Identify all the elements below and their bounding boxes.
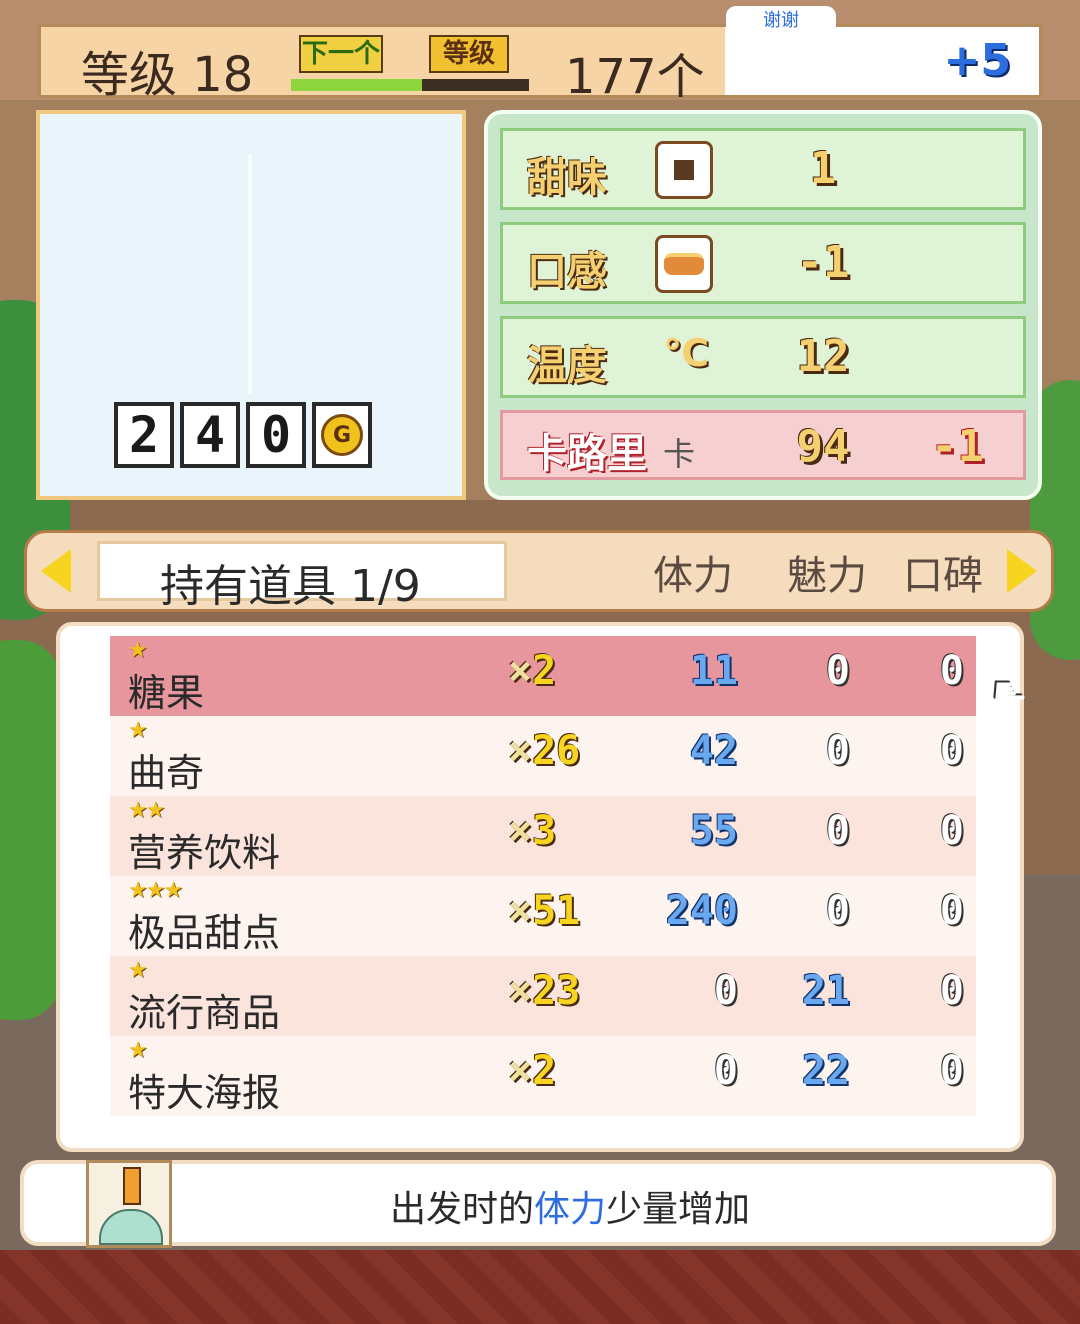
item-list: ★ 糖果 ×2 11 0 0 ★ 曲奇 ×26 42 0 0 ★★ 营养饮料 ×… — [56, 622, 1028, 1152]
price-digit: 2 — [114, 402, 174, 468]
description-highlight: 体力 — [534, 1189, 607, 1230]
star-rating-icon: ★★ — [128, 798, 165, 823]
stat-label: 甜味 — [527, 155, 607, 201]
stat-value: 94 — [796, 421, 850, 472]
item-quantity: ×26 — [508, 728, 581, 774]
item-charm: 0 — [825, 888, 850, 934]
list-item[interactable]: ★ 流行商品 ×23 0 21 0 — [110, 956, 976, 1036]
level-badge: 等级 — [429, 35, 509, 73]
item-stamina: 240 — [665, 888, 738, 934]
tab-label-box: 持有道具 1/9 — [97, 541, 507, 612]
gold-coin-icon: G — [312, 402, 372, 468]
tree-decoration — [0, 640, 60, 1020]
item-quantity: ×51 — [508, 888, 581, 934]
floor-pattern — [0, 1250, 1080, 1324]
price-display: 2 4 0 G — [114, 402, 372, 468]
stat-value: 1 — [809, 143, 837, 194]
list-item[interactable]: ★★★ 极品甜点 ×51 240 0 0 — [110, 876, 976, 956]
stat-label: 卡路里 — [527, 431, 647, 477]
star-rating-icon: ★ — [128, 958, 148, 983]
level-label: 等级 18 — [81, 47, 254, 103]
stats-panel: 甜味 1 口感 -1 温度 ℃ 12 卡路里 卡 94 -1 — [484, 110, 1042, 500]
item-name: 糖果 — [128, 671, 205, 715]
item-name: 营养饮料 — [128, 831, 281, 875]
stat-row-temperature: 温度 ℃ 12 — [500, 316, 1026, 398]
price-digit: 0 — [246, 402, 306, 468]
tab-label: 持有道具 1/9 — [160, 561, 421, 612]
item-name: 流行商品 — [128, 991, 281, 1035]
stat-value: 12 — [796, 331, 850, 382]
stat-delta: -1 — [931, 421, 984, 472]
item-name: 曲奇 — [128, 751, 205, 795]
arrow-right-icon[interactable] — [1007, 549, 1037, 593]
star-rating-icon: ★ — [128, 638, 148, 663]
bonus-box: +5 — [725, 27, 1039, 95]
item-stamina: 42 — [689, 728, 738, 774]
stat-unit: 卡 — [663, 435, 696, 473]
price-digit: 4 — [180, 402, 240, 468]
item-preview-panel: 2 4 0 G — [36, 110, 466, 500]
item-quantity: ×2 — [508, 648, 557, 694]
list-item[interactable]: ★ 曲奇 ×26 42 0 0 — [110, 716, 976, 796]
steam-decoration — [248, 154, 252, 394]
item-count: 177个 — [565, 49, 705, 105]
item-quantity: ×2 — [508, 1048, 557, 1094]
bread-icon — [655, 235, 713, 293]
item-charm: 21 — [801, 968, 850, 1014]
item-name: 特大海报 — [128, 1071, 281, 1115]
star-rating-icon: ★★★ — [128, 878, 183, 903]
item-reputation: 0 — [939, 648, 964, 694]
list-item[interactable]: ★ 特大海报 ×2 0 22 0 — [110, 1036, 976, 1116]
celsius-icon: ℃ — [663, 331, 710, 375]
item-reputation: 0 — [939, 728, 964, 774]
item-reputation: 0 — [939, 808, 964, 854]
list-item[interactable]: ★★ 营养饮料 ×3 55 0 0 — [110, 796, 976, 876]
item-stamina: 0 — [713, 1048, 738, 1094]
list-item[interactable]: ★ 糖果 ×2 11 0 0 — [110, 636, 976, 716]
item-description: 出发时的体力少量增加 — [390, 1189, 751, 1230]
star-rating-icon: ★ — [128, 718, 148, 743]
item-quantity: ×23 — [508, 968, 581, 1014]
xp-progress-fill — [291, 79, 422, 91]
item-name: 极品甜点 — [128, 911, 281, 955]
arrow-left-icon[interactable] — [41, 549, 71, 593]
item-charm: 22 — [801, 1048, 850, 1094]
item-reputation: 0 — [939, 1048, 964, 1094]
hand-pointer-icon: ☚ — [992, 668, 1028, 714]
square-icon — [655, 141, 713, 199]
thanks-tab[interactable]: 谢谢 — [726, 6, 836, 28]
item-reputation: 0 — [939, 888, 964, 934]
item-charm: 0 — [825, 648, 850, 694]
item-charm: 0 — [825, 808, 850, 854]
item-reputation: 0 — [939, 968, 964, 1014]
bonus-value: +5 — [943, 35, 1011, 86]
column-header-stamina: 体力 — [653, 553, 733, 599]
item-stamina: 55 — [689, 808, 738, 854]
stat-row-texture: 口感 -1 — [500, 222, 1026, 304]
xp-progress-bar — [291, 79, 529, 91]
star-rating-icon: ★ — [128, 1038, 148, 1063]
item-stamina: 11 — [689, 648, 738, 694]
stat-label: 温度 — [527, 343, 607, 389]
column-header-charm: 魅力 — [787, 553, 867, 599]
stat-label: 口感 — [527, 249, 607, 295]
scale-icon — [86, 1160, 172, 1248]
next-badge: 下一个 — [299, 35, 383, 73]
item-charm: 0 — [825, 728, 850, 774]
description-bar: 出发时的体力少量增加 — [20, 1160, 1056, 1248]
item-stamina: 0 — [713, 968, 738, 1014]
level-bar: 等级 18 下一个 等级 177个 +5 — [38, 24, 1042, 105]
stat-row-calories: 卡路里 卡 94 -1 — [500, 410, 1026, 480]
item-quantity: ×3 — [508, 808, 557, 854]
stat-row-sweet: 甜味 1 — [500, 128, 1026, 210]
currency-symbol: G — [321, 414, 363, 456]
items-header-bar: 持有道具 1/9 体力 魅力 口碑 — [24, 530, 1054, 612]
stat-value: -1 — [796, 237, 850, 288]
column-header-reputation: 口碑 — [903, 553, 983, 599]
